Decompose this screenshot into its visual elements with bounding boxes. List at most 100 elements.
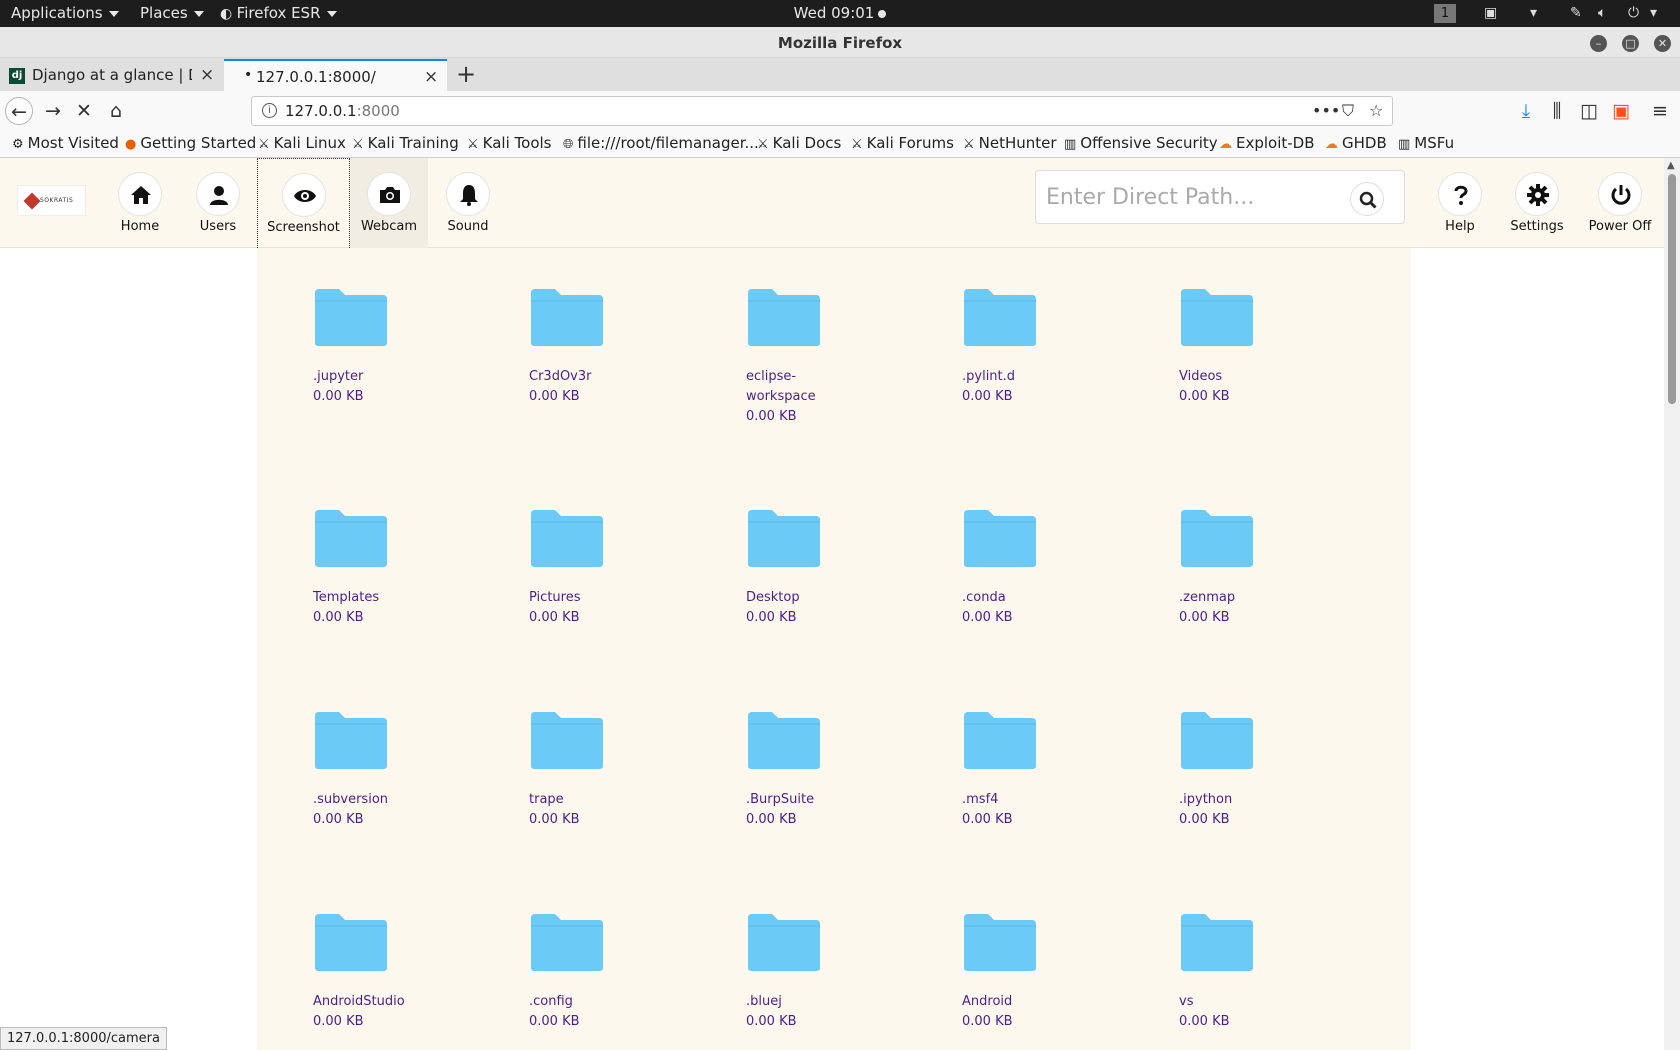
url-bar[interactable]: i 127.0.0.1:8000 ••• ⛉ ☆	[251, 96, 1393, 126]
video-icon[interactable]: ▣	[1484, 5, 1497, 21]
back-icon[interactable]: ←	[5, 97, 33, 125]
workspace-indicator[interactable]: 1	[1434, 4, 1456, 23]
folder-tile[interactable]: trape 0.00 KB	[473, 675, 683, 872]
bookmark-msfu[interactable]: ▥ MSFu	[1398, 134, 1454, 152]
folder-tile[interactable]: Cr3dOv3r 0.00 KB	[473, 252, 683, 467]
folder-link[interactable]: eclipse- workspace 0.00 KB	[746, 367, 896, 427]
folder-link[interactable]: AndroidStudio 0.00 KB	[313, 992, 463, 1032]
search-button[interactable]	[1350, 182, 1384, 216]
forward-icon[interactable]: →	[39, 97, 67, 125]
folder-icon[interactable]	[962, 508, 1038, 568]
folder-link[interactable]: vs 0.00 KB	[1179, 992, 1329, 1032]
folder-tile[interactable]: Videos 0.00 KB	[1123, 252, 1333, 467]
folder-link[interactable]: .pylint.d 0.00 KB	[962, 367, 1112, 407]
pen-icon[interactable]: ✎	[1570, 5, 1582, 21]
bookmark-exploit-db[interactable]: ☁ Exploit-DB	[1219, 134, 1315, 152]
bookmark-kali-forums[interactable]: ⚔ Kali Forums	[851, 134, 954, 152]
page-actions-icon[interactable]: •••	[1312, 101, 1340, 120]
pocket-icon[interactable]: ⛉	[1342, 101, 1354, 121]
folder-tile[interactable]: .zenmap 0.00 KB	[1123, 473, 1333, 670]
home-icon[interactable]: ⌂	[102, 97, 130, 125]
folder-tile[interactable]: .conda 0.00 KB	[906, 473, 1116, 670]
folder-tile[interactable]: Templates 0.00 KB	[257, 473, 467, 670]
folder-icon[interactable]	[962, 287, 1038, 347]
bookmark-kali-linux[interactable]: ⚔ Kali Linux	[258, 134, 346, 152]
folder-link[interactable]: .subversion 0.00 KB	[313, 790, 463, 830]
page-scrollbar[interactable]: ▲	[1664, 158, 1680, 1050]
bookmark-file-manager[interactable]: 🌐︎ file:///root/filemanager...	[563, 134, 759, 152]
folder-tile[interactable]: .config 0.00 KB	[473, 877, 683, 1050]
folder-icon[interactable]	[313, 508, 389, 568]
folder-link[interactable]: Pictures 0.00 KB	[529, 588, 679, 628]
folder-icon[interactable]	[1179, 508, 1255, 568]
stop-icon[interactable]: ✕	[70, 97, 98, 125]
minimize-icon[interactable]: –	[1590, 35, 1607, 52]
close-icon[interactable]: ✕	[1654, 35, 1671, 52]
folder-link[interactable]: .zenmap 0.00 KB	[1179, 588, 1329, 628]
home-button[interactable]: Home	[110, 158, 170, 248]
hamburger-menu-icon[interactable]: ≡	[1646, 97, 1674, 125]
users-button[interactable]: Users	[188, 158, 248, 248]
folder-link[interactable]: .conda 0.00 KB	[962, 588, 1112, 628]
folder-icon[interactable]	[313, 287, 389, 347]
bookmark-kali-training[interactable]: ⚔ Kali Training	[352, 134, 459, 152]
folder-icon[interactable]	[529, 287, 605, 347]
folder-icon[interactable]	[313, 912, 389, 972]
folder-link[interactable]: .config 0.00 KB	[529, 992, 679, 1032]
folder-icon[interactable]	[746, 508, 822, 568]
folder-tile[interactable]: .msf4 0.00 KB	[906, 675, 1116, 872]
folder-tile[interactable]: .pylint.d 0.00 KB	[906, 252, 1116, 467]
tab-localhost[interactable]: • 127.0.0.1:8000/ ×	[224, 59, 447, 91]
folder-tile[interactable]: eclipse- workspace 0.00 KB	[690, 252, 900, 467]
bookmark-kali-tools[interactable]: ⚔ Kali Tools	[467, 134, 551, 152]
bookmark-getting-started[interactable]: ● Getting Started	[125, 134, 256, 152]
folder-icon[interactable]	[1179, 912, 1255, 972]
folder-link[interactable]: Templates 0.00 KB	[313, 588, 463, 628]
folder-tile[interactable]: .jupyter 0.00 KB	[257, 252, 467, 467]
power-icon[interactable]: ⏻	[1628, 5, 1639, 21]
folder-icon[interactable]	[746, 710, 822, 770]
folder-link[interactable]: .BurpSuite 0.00 KB	[746, 790, 896, 830]
folder-tile[interactable]: Android 0.00 KB	[906, 877, 1116, 1050]
tab-django[interactable]: dj Django at a glance | Djan ×	[0, 59, 222, 91]
folder-icon[interactable]	[746, 912, 822, 972]
clock[interactable]: Wed 09:01	[0, 4, 1680, 22]
folder-tile[interactable]: .subversion 0.00 KB	[257, 675, 467, 872]
folder-icon[interactable]	[1179, 710, 1255, 770]
folder-tile[interactable]: Pictures 0.00 KB	[473, 473, 683, 670]
folder-icon[interactable]	[529, 508, 605, 568]
power-off-button[interactable]: Power Off	[1584, 158, 1656, 248]
folder-icon[interactable]	[529, 710, 605, 770]
screenshot-button[interactable]: Screenshot	[257, 158, 350, 256]
scroll-thumb[interactable]	[1668, 174, 1676, 404]
folder-tile[interactable]: .BurpSuite 0.00 KB	[690, 675, 900, 872]
chevron-down-icon[interactable]: ▾	[1530, 5, 1537, 21]
folder-link[interactable]: Android 0.00 KB	[962, 992, 1112, 1032]
maximize-icon[interactable]: □	[1622, 35, 1639, 52]
path-search-input[interactable]	[1046, 183, 1336, 211]
folder-tile[interactable]: AndroidStudio 0.00 KB	[257, 877, 467, 1050]
close-icon[interactable]: ×	[424, 67, 438, 87]
folder-icon[interactable]	[529, 912, 605, 972]
close-icon[interactable]: ×	[200, 65, 214, 85]
folder-link[interactable]: Cr3dOv3r 0.00 KB	[529, 367, 679, 407]
bookmark-most-visited[interactable]: ⚙ Most Visited	[12, 134, 119, 152]
settings-button[interactable]: Settings	[1507, 158, 1567, 248]
folder-link[interactable]: trape 0.00 KB	[529, 790, 679, 830]
folder-icon[interactable]	[962, 912, 1038, 972]
folder-tile[interactable]: .bluej 0.00 KB	[690, 877, 900, 1050]
info-icon[interactable]: i	[262, 103, 277, 118]
folder-tile[interactable]: Desktop 0.00 KB	[690, 473, 900, 670]
bookmark-offensive-security[interactable]: ▥ Offensive Security	[1064, 134, 1218, 152]
sidebar-icon[interactable]: ◫	[1575, 97, 1603, 125]
folder-link[interactable]: .jupyter 0.00 KB	[313, 367, 463, 407]
volume-icon[interactable]: 🔈︎	[1598, 5, 1606, 21]
folder-link[interactable]: .ipython 0.00 KB	[1179, 790, 1329, 830]
folder-icon[interactable]	[962, 710, 1038, 770]
chevron-down-icon[interactable]: ▾	[1650, 5, 1657, 21]
bookmark-ghdb[interactable]: ☁ GHDB	[1325, 134, 1387, 152]
folder-link[interactable]: Desktop 0.00 KB	[746, 588, 896, 628]
folder-icon[interactable]	[746, 287, 822, 347]
library-icon[interactable]: ⫼	[1543, 97, 1571, 125]
folder-link[interactable]: Videos 0.00 KB	[1179, 367, 1329, 407]
